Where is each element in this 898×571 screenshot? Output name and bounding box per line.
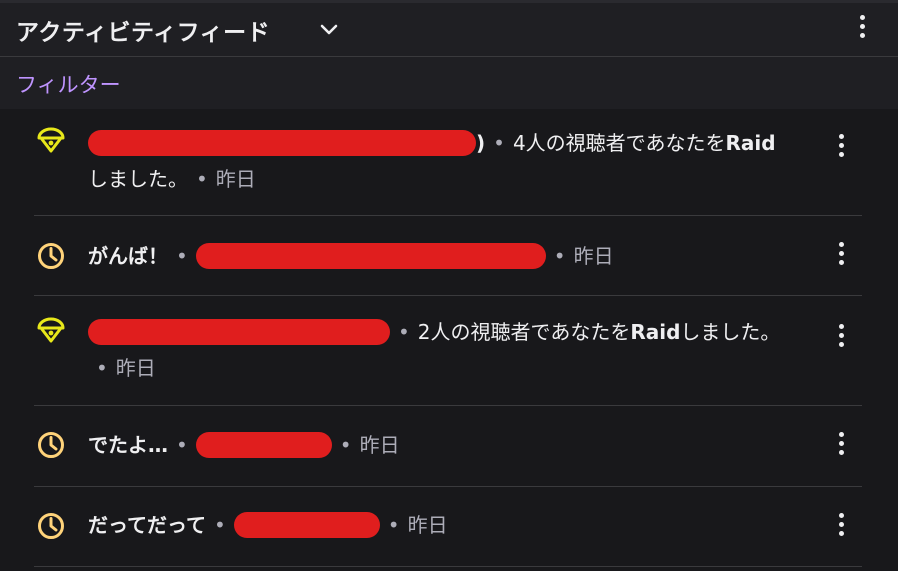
timestamp: 昨日 [115,356,156,380]
panel-title: アクティビティフィード [16,20,271,46]
feed-list: ) • 4人の視聴者であなたをRaid しました。 • 昨日 がんば！ • • 昨日 • 2 [0,109,898,571]
feed-item-raid-1[interactable]: ) • 4人の視聴者であなたをRaid しました。 • 昨日 [34,109,862,216]
timer-icon [38,432,64,458]
feed-item-4[interactable]: でたよ… • • 昨日 [34,406,862,487]
timestamp: 昨日 [359,433,400,457]
chevron-down-icon[interactable] [318,19,340,41]
feed-item-text: ) • 4人の視聴者であなたをRaid しました。 • 昨日 [88,125,804,197]
raid-message-tail: しました。 [88,167,188,191]
separator-dot: • [398,320,410,344]
feed-item-text: でたよ… • • 昨日 [88,427,804,463]
raid-message: 2人の視聴者であなたを [417,320,631,344]
feed-item-2[interactable]: がんば！ • • 昨日 [34,216,862,296]
redacted-username [88,130,476,156]
cheer-message: だってだって [88,513,206,537]
panel-header: アクティビティフィード [0,3,898,57]
header-more-options-icon[interactable] [857,15,867,45]
item-more-options-icon[interactable] [836,432,846,462]
separator-dot: • [387,513,400,537]
cheer-message: でたよ… [88,433,168,457]
timestamp: 昨日 [215,167,256,191]
timer-icon [38,513,64,539]
separator-dot: • [96,356,108,380]
feed-item-text: だってだって • • 昨日 [88,507,804,543]
redacted-username [233,512,380,538]
separator-dot: • [196,167,208,191]
separator-dot: • [176,433,188,457]
item-more-options-icon[interactable] [836,134,846,164]
filter-bar: フィルター [0,57,898,109]
item-more-options-icon[interactable] [836,242,846,272]
feed-item-5[interactable]: だってだって • • 昨日 [34,487,862,567]
raid-message: 4人の視聴者であなたを [512,131,726,155]
timer-icon [38,243,64,269]
username-suffix: ) [476,131,486,155]
separator-dot: • [553,244,566,268]
item-more-options-icon[interactable] [836,513,846,543]
redacted-username [195,243,546,269]
separator-dot: • [339,433,352,457]
timestamp: 昨日 [407,513,448,537]
raid-message-tail: しました。 [680,320,781,344]
feed-item-text: • 2人の視聴者であなたをRaidしました。 • 昨日 [88,314,804,386]
separator-dot: • [493,131,505,155]
raid-keyword: Raid [630,320,681,344]
separator-dot: • [214,513,226,537]
activity-feed-panel: アクティビティフィード フィルター ) • 4人の視聴者であなたをRaid しました。… [0,0,898,571]
raid-keyword: Raid [725,131,776,155]
filter-button[interactable]: フィルター [16,69,121,99]
timestamp: 昨日 [573,244,614,268]
cheer-message: がんば！ [88,244,168,268]
feed-item-text: がんば！ • • 昨日 [88,238,804,274]
redacted-username [195,432,332,458]
item-more-options-icon[interactable] [836,324,846,354]
raid-icon [37,317,65,343]
redacted-username [88,319,390,345]
raid-icon [37,127,65,153]
separator-dot: • [176,244,188,268]
feed-item-raid-2[interactable]: • 2人の視聴者であなたをRaidしました。 • 昨日 [34,296,862,406]
